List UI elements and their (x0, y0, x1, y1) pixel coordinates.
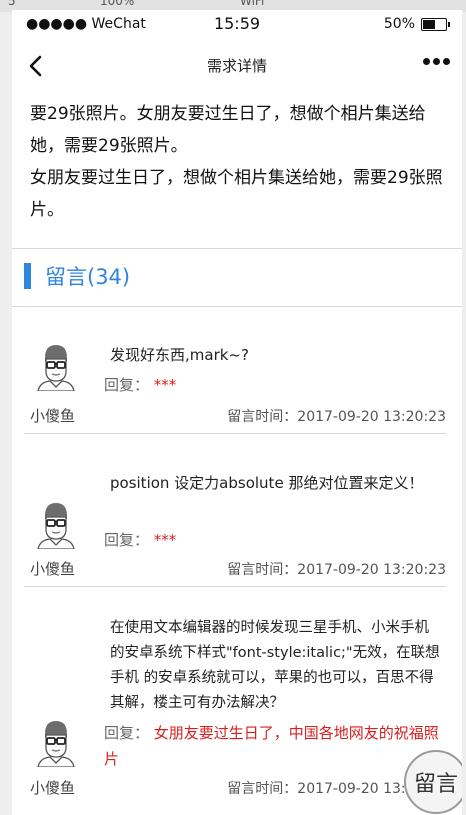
request-description: 要29张照片。女朋友要过生日了，想做个相片集送给她，需要29张照片。 女朋友要过… (30, 98, 450, 226)
comment-timestamp: 留言时间：2017-09-20 13:20:23 (227, 409, 446, 425)
comment-text: position 设定力absolute 那绝对位置来定义！ (110, 474, 424, 492)
description-paragraph: 要29张照片。女朋友要过生日了，想做个相片集送给她，需要29张照片。 (30, 104, 426, 156)
description-paragraph: 女朋友要过生日了，想做个相片集送给她，需要29张照片。 (30, 168, 443, 220)
comments-section-header: 留言(34) (24, 260, 130, 292)
navigation-bar: 需求详情 (12, 40, 462, 92)
reply-content: *** (153, 531, 177, 549)
more-dots-icon[interactable] (423, 58, 450, 65)
outer-strip-signal: 5 (8, 0, 16, 8)
comment-item: 发现好东西,mark~? 回复： *** 小傻鱼 留言时间：2017-09-20… (24, 307, 446, 435)
battery-indicator: 50% (384, 16, 450, 32)
avatar (37, 721, 75, 767)
status-bar: ●●●●● WeChat 15:59 50% (12, 10, 462, 38)
comment-timestamp: 留言时间：2017-09-20 13:20:23 (227, 562, 446, 578)
phone-screen: ●●●●● WeChat 15:59 50% 需求详情 要29张照片。女朋友要过… (12, 10, 462, 815)
reply-content: *** (153, 376, 177, 394)
comment-reply: 回复： *** (104, 527, 444, 553)
comment-username: 小傻鱼 (30, 560, 76, 578)
outer-strip-network: WiFi (240, 0, 265, 8)
reply-content: 女朋友要过生日了，中国各地网友的祝福照片 (104, 724, 439, 768)
reply-label: 回复： (104, 724, 150, 742)
divider (12, 248, 462, 249)
section-accent-bar (24, 263, 31, 289)
comment-item: position 设定力absolute 那绝对位置来定义！ 回复： *** 小… (24, 433, 446, 587)
comment-text: 发现好东西,mark~? (110, 346, 249, 364)
comment-username: 小傻鱼 (30, 407, 76, 425)
comment-text: 在使用文本编辑器的时候发现三星手机、小米手机的安卓系统下样式"font-styl… (110, 620, 440, 711)
reply-label: 回复： (104, 376, 150, 394)
comment-reply: 回复： *** (104, 372, 444, 398)
comments-count-title: 留言(34) (45, 265, 131, 289)
comment-reply: 回复： 女朋友要过生日了，中国各地网友的祝福照片 (104, 720, 444, 772)
leave-comment-button[interactable]: 留言 (404, 750, 462, 814)
reply-label: 回复： (104, 531, 150, 549)
comment-username: 小傻鱼 (30, 779, 76, 797)
battery-percent: 50% (383, 16, 415, 32)
avatar (37, 345, 75, 391)
outer-strip-zoom: 100% (100, 0, 135, 8)
page-title: 需求详情 (206, 57, 267, 75)
battery-icon (421, 17, 447, 31)
avatar (37, 503, 75, 549)
comment-item: 在使用文本编辑器的时候发现三星手机、小米手机的安卓系统下样式"font-styl… (24, 586, 446, 815)
